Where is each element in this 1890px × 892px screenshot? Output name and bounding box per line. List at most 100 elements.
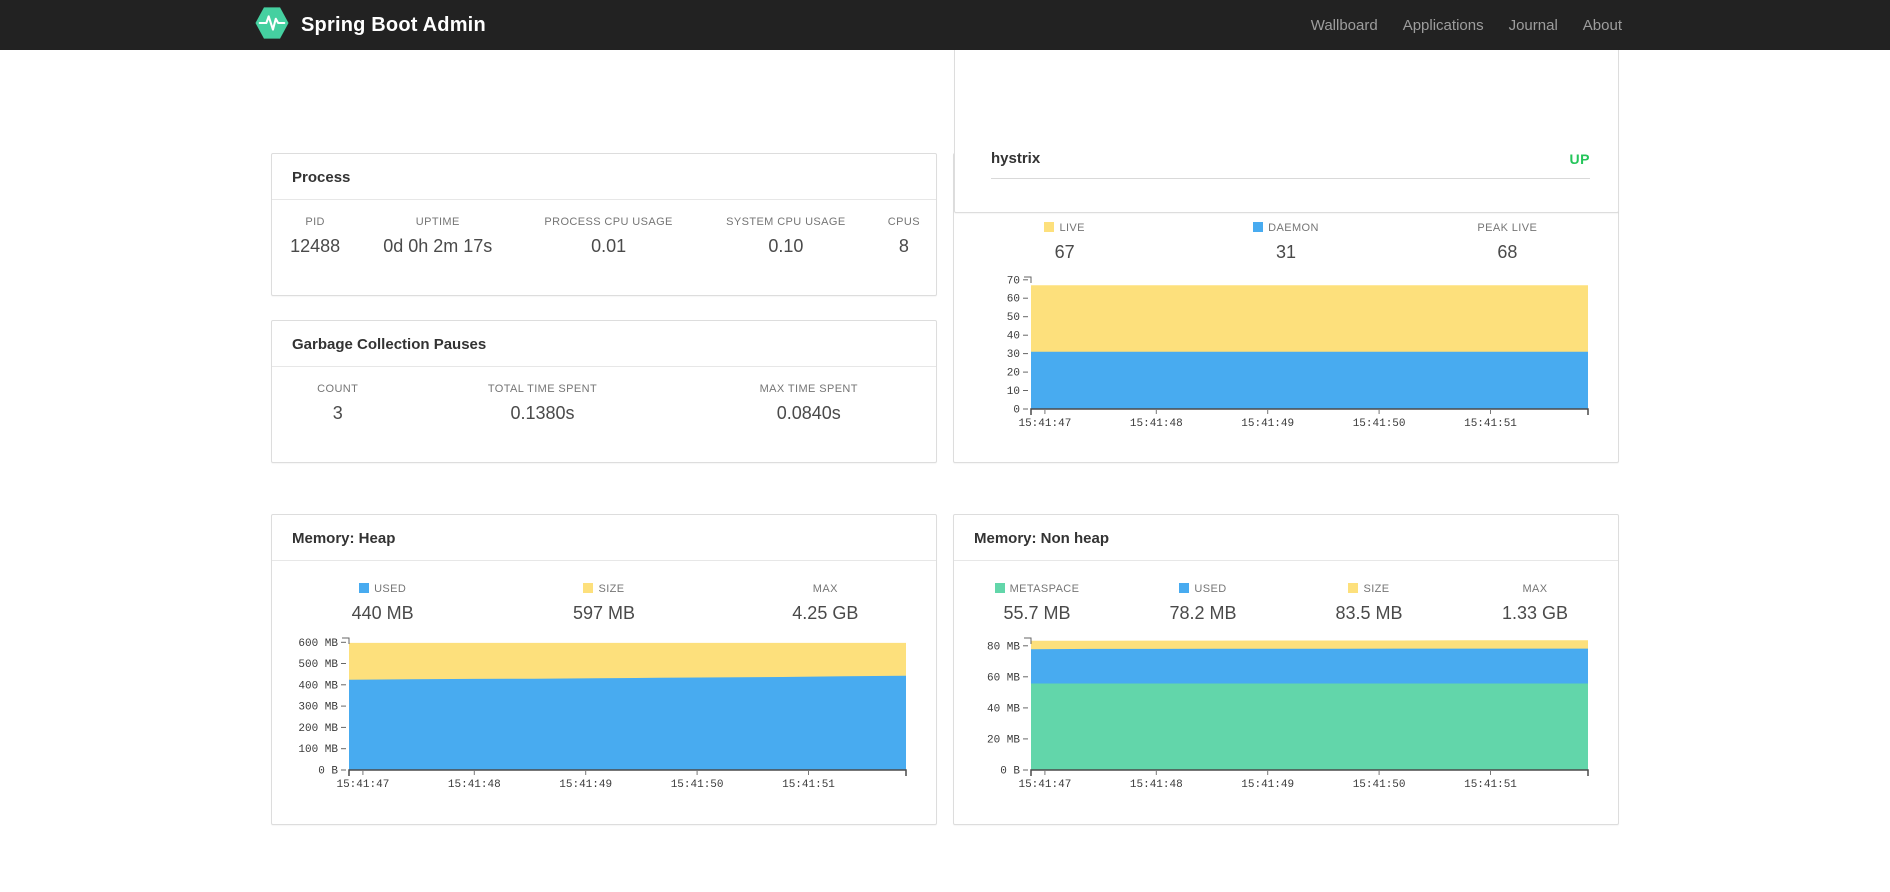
stat-value: 68 (1497, 242, 1518, 262)
stat-value: 3 (332, 403, 343, 423)
stat-value: 12488 (290, 236, 341, 256)
stat-label: METASPACE (954, 583, 1120, 597)
svg-text:50: 50 (1007, 312, 1020, 324)
stat-label: TOTAL TIME SPENT (487, 383, 598, 395)
svg-text:30: 30 (1007, 349, 1020, 361)
stat-label: PID (305, 216, 325, 228)
memory-heap-card: Memory: Heap USED SIZE MAX 440 MB 597 MB 4.25… (271, 514, 937, 825)
nav-links: Wallboard Applications Journal About (1311, 0, 1622, 50)
svg-text:15:41:50: 15:41:50 (671, 779, 724, 791)
process-card: Process PID UPTIME PROCESS CPU USAGE SYSTEM… (271, 153, 937, 296)
svg-text:60: 60 (1007, 294, 1020, 306)
svg-text:15:41:48: 15:41:48 (448, 779, 501, 791)
memory-heap-chart: 0 B 100 MB 200 MB 300 MB 400 MB 500 MB 600 MB 1… (272, 630, 936, 792)
stat-label: COUNT (317, 383, 359, 395)
process-card-title: Process (272, 154, 936, 200)
gc-stats-table: COUNT TOTAL TIME SPENT MAX TIME SPENT 3 0.13… (272, 369, 936, 424)
stat-value: 83.5 MB (1335, 603, 1403, 623)
svg-text:200 MB: 200 MB (298, 723, 338, 735)
stat-label: SYSTEM CPU USAGE (726, 216, 846, 228)
svg-text:100 MB: 100 MB (298, 744, 338, 756)
stat-label: USED (272, 583, 493, 597)
stat-label: CPUS (887, 216, 920, 228)
svg-text:15:41:49: 15:41:49 (1241, 779, 1294, 791)
stat-value: 1.33 GB (1501, 603, 1569, 623)
svg-text:400 MB: 400 MB (298, 680, 338, 692)
svg-text:10: 10 (1007, 386, 1020, 398)
stat-label: PEAK LIVE (1477, 222, 1538, 234)
svg-text:20 MB: 20 MB (987, 734, 1020, 746)
stat-value: 0d 0h 2m 17s (383, 236, 493, 256)
legend-swatch (359, 583, 370, 593)
application-status-card: hystrix UP (954, 41, 1619, 213)
svg-text:60 MB: 60 MB (987, 672, 1020, 684)
stat-value: 0.10 (768, 236, 804, 256)
app-title: Spring Boot Admin (301, 13, 486, 36)
stat-value: 55.7 MB (1003, 603, 1071, 623)
svg-text:80 MB: 80 MB (987, 641, 1020, 653)
application-name-link[interactable]: hystrix (991, 150, 1040, 167)
stat-value: 31 (1275, 242, 1296, 262)
stat-value: 8 (898, 236, 909, 256)
stat-value: 597 MB (572, 603, 636, 623)
top-navbar: Spring Boot Admin Wallboard Applications… (0, 0, 1890, 50)
threads-legend: LIVE DAEMON PEAK LIVE 67 31 68 (954, 222, 1618, 263)
svg-text:15:41:49: 15:41:49 (559, 779, 612, 791)
stat-label: PROCESS CPU USAGE (544, 216, 673, 228)
svg-text:15:41:50: 15:41:50 (1353, 418, 1406, 430)
legend-swatch (1179, 583, 1190, 593)
memory-heap-card-title: Memory: Heap (272, 515, 936, 561)
stat-label: SIZE (1286, 583, 1452, 597)
stat-label: DAEMON (1175, 222, 1396, 236)
stat-value: 0.1380s (510, 403, 575, 423)
svg-text:70: 70 (1007, 275, 1020, 287)
stat-value: 0.01 (591, 236, 627, 256)
svg-text:600 MB: 600 MB (298, 638, 338, 650)
stat-label: LIVE (954, 222, 1175, 236)
stat-label: SIZE (493, 583, 714, 597)
stat-value: 4.25 GB (792, 603, 859, 623)
svg-text:40 MB: 40 MB (987, 703, 1020, 715)
spring-boot-admin-logo-icon (255, 6, 289, 45)
svg-text:0 B: 0 B (1000, 766, 1020, 778)
memory-nonheap-legend: METASPACE USED SIZE MAX 55.7 MB 78.2 MB 83.5 M… (954, 583, 1618, 624)
stat-label: USED (1120, 583, 1286, 597)
svg-text:15:41:51: 15:41:51 (1464, 418, 1517, 430)
memory-heap-legend: USED SIZE MAX 440 MB 597 MB 4.25 GB (272, 583, 936, 624)
svg-text:15:41:48: 15:41:48 (1130, 779, 1183, 791)
gc-pauses-card: Garbage Collection Pauses COUNT TOTAL TIM… (271, 320, 937, 463)
svg-text:300 MB: 300 MB (298, 702, 338, 714)
legend-swatch (583, 583, 594, 593)
svg-text:15:41:51: 15:41:51 (1464, 779, 1517, 791)
svg-text:15:41:50: 15:41:50 (1353, 779, 1406, 791)
svg-text:20: 20 (1007, 368, 1020, 380)
stat-value: 78.2 MB (1169, 603, 1237, 623)
stat-label: UPTIME (415, 216, 460, 228)
svg-text:0: 0 (1013, 405, 1020, 417)
stat-value: 67 (1054, 242, 1075, 262)
stat-label: MAX (812, 583, 838, 595)
application-row[interactable]: hystrix UP (955, 150, 1618, 178)
svg-text:15:41:47: 15:41:47 (336, 779, 389, 791)
svg-text:500 MB: 500 MB (298, 659, 338, 671)
svg-text:0 B: 0 B (318, 766, 338, 778)
svg-text:15:41:48: 15:41:48 (1130, 418, 1183, 430)
nav-item-journal[interactable]: Journal (1509, 17, 1558, 34)
stat-value: 0.0840s (776, 403, 841, 423)
stat-label: MAX (1522, 583, 1548, 595)
svg-text:15:41:49: 15:41:49 (1241, 418, 1294, 430)
memory-nonheap-card-title: Memory: Non heap (954, 515, 1618, 561)
memory-nonheap-chart: 0 B 20 MB 40 MB 60 MB 80 MB 15:41:47 15:41:48 1… (954, 630, 1618, 792)
brand[interactable]: Spring Boot Admin (255, 0, 486, 50)
nav-item-about[interactable]: About (1583, 17, 1622, 34)
legend-swatch (1348, 583, 1359, 593)
nav-item-applications[interactable]: Applications (1403, 17, 1484, 34)
legend-swatch (1253, 222, 1264, 232)
nav-item-wallboard[interactable]: Wallboard (1311, 17, 1378, 34)
stat-label: MAX TIME SPENT (759, 383, 858, 395)
svg-text:15:41:51: 15:41:51 (782, 779, 835, 791)
svg-text:40: 40 (1007, 331, 1020, 343)
gc-card-title: Garbage Collection Pauses (272, 321, 936, 367)
svg-text:15:41:47: 15:41:47 (1018, 779, 1071, 791)
